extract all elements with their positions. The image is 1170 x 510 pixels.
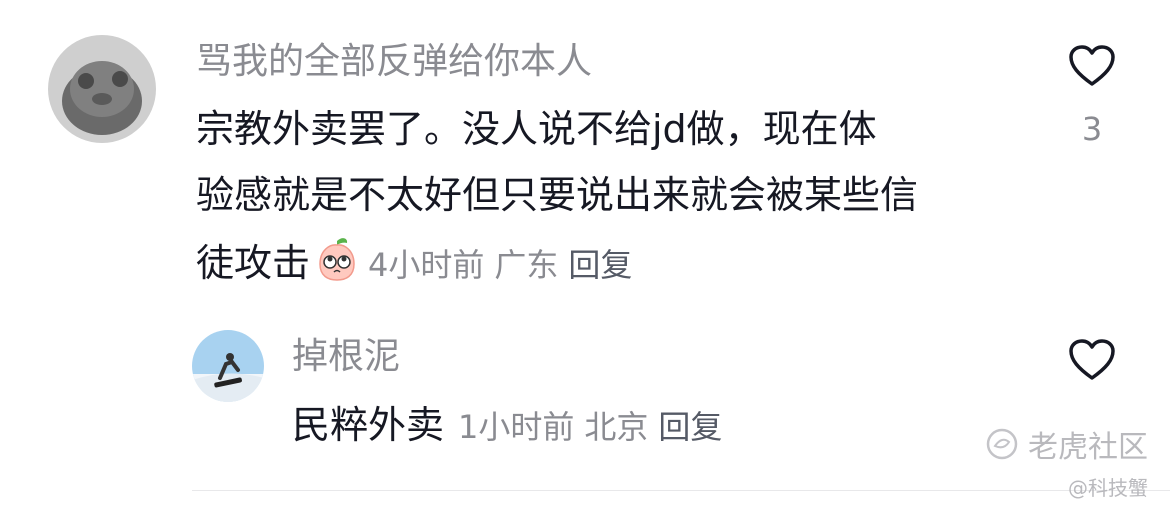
- heart-icon: [1069, 339, 1115, 380]
- comment-meta: 4小时前 广东 回复: [368, 246, 642, 284]
- peach-face-emoji-icon: [314, 236, 360, 294]
- comment-like-count: 3: [1081, 110, 1103, 148]
- reply-like-button[interactable]: [1068, 338, 1116, 386]
- replier-username[interactable]: 掉根泥: [292, 339, 400, 375]
- commenter-username[interactable]: 骂我的全部反弹给你本人: [196, 44, 592, 80]
- comment-location: 广东: [494, 246, 559, 284]
- watermark-brand: 老虎社区: [1028, 430, 1148, 465]
- reply-time: 1小时前: [458, 408, 575, 446]
- heart-icon: [1069, 45, 1115, 86]
- comment-like-button[interactable]: [1068, 44, 1116, 92]
- watermark-handle: @科技蟹: [1068, 476, 1148, 500]
- comment-text-line-3: 徒攻击 4小时前 广东 回复: [196, 236, 642, 294]
- reply-reply-button[interactable]: 回复: [658, 408, 722, 446]
- comment-time: 4小时前: [368, 246, 485, 284]
- comment-text-line-1: 宗教外卖罢了。没人说不给jd做，现在体: [196, 107, 877, 151]
- comment-reply-button[interactable]: 回复: [568, 246, 632, 284]
- commenter-avatar[interactable]: [48, 35, 156, 143]
- reply-text-row: 民粹外卖 1小时前 北京 回复: [292, 400, 732, 452]
- reply-text: 民粹外卖: [292, 403, 445, 447]
- tiger-community-logo-icon: [986, 428, 1018, 460]
- comment-text-line-2: 验感就是不太好但只要说出来就会被某些信: [196, 173, 919, 217]
- comment-text-line-3-text: 徒攻击: [196, 241, 311, 285]
- reply-meta: 1小时前 北京 回复: [458, 408, 732, 446]
- reply-location: 北京: [584, 408, 649, 446]
- watermark: 老虎社区: [986, 422, 1148, 466]
- replier-avatar[interactable]: [192, 330, 264, 402]
- bottom-divider: [192, 490, 1170, 491]
